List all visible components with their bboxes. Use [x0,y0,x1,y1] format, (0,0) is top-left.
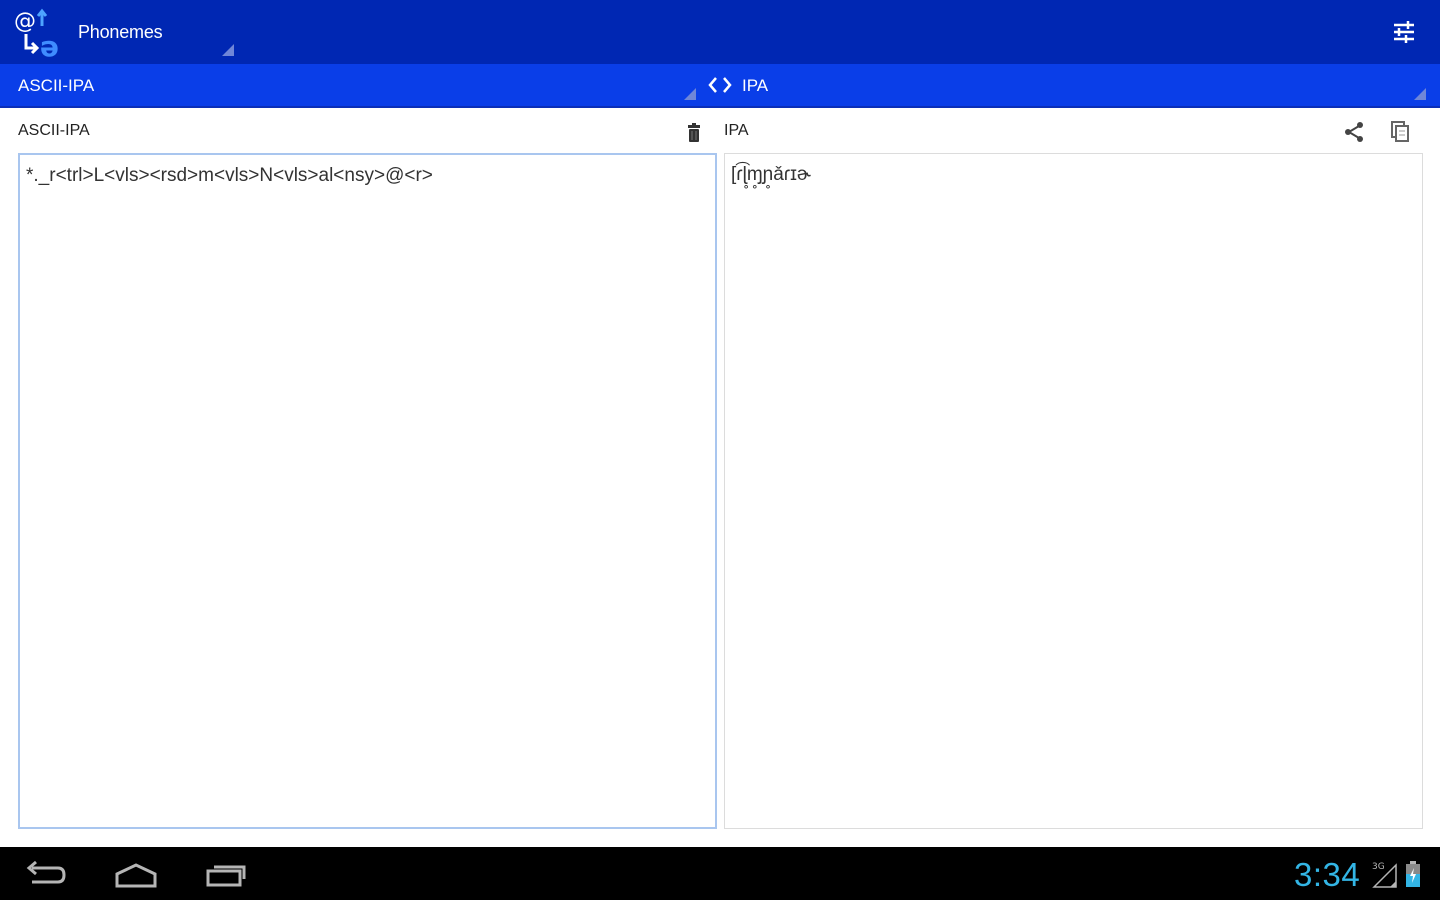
battery-icon [1404,859,1422,889]
output-panel-header: IPA [724,116,1424,148]
copy-icon [1391,121,1409,142]
ascii-ipa-input[interactable]: *._r<trl>L<vls><rsd>m<vls>N<vls>al<nsy>@… [18,153,717,829]
back-icon [26,860,66,884]
app-logo-icon[interactable]: @ ə [12,4,70,63]
spinner-indicator-icon [684,88,696,100]
status-clock: 3:34 [1294,856,1361,893]
output-panel-label: IPA [724,122,749,139]
trash-icon [688,123,700,142]
conversion-bar: ASCII-IPA IPA [0,64,1440,108]
swap-arrows-icon [708,77,732,93]
home-icon [115,863,157,888]
back-button[interactable] [18,855,74,893]
app-title: Phonemes [78,22,163,42]
input-text: *._r<trl>L<vls><rsd>m<vls>N<vls>al<nsy>@… [26,165,433,186]
from-format-label: ASCII-IPA [18,76,95,95]
mode-spinner[interactable]: Phonemes [72,0,238,64]
share-icon [1345,122,1363,142]
input-panel-header: ASCII-IPA [18,116,718,148]
clear-input-button[interactable] [680,118,708,146]
phonemes-app: @ ə Phonemes ASCII-IPA IPA ASCII-IPA IPA… [0,0,1440,900]
recent-apps-icon [206,865,246,887]
swap-button[interactable] [704,70,736,100]
recents-button[interactable] [198,855,254,893]
svg-text:@: @ [14,9,36,34]
home-button[interactable] [108,855,164,893]
spinner-indicator-icon [1414,88,1426,100]
network-type-label: 3G [1372,862,1385,872]
signal-icon: 3G [1368,859,1400,889]
system-bar: 3:34 3G [0,847,1440,900]
from-format-spinner[interactable]: ASCII-IPA [0,64,700,106]
ipa-output[interactable]: [ɾ͡ɭ̥ɱ̥ɲ̥ǎɾɪɚ [724,153,1423,829]
share-button[interactable] [1340,118,1368,146]
input-panel-label: ASCII-IPA [18,122,90,139]
sliders-icon [1394,21,1414,43]
settings-button[interactable] [1384,14,1424,50]
spinner-indicator-icon [222,44,234,56]
action-bar: @ ə Phonemes [0,0,1440,64]
output-text: [ɾ͡ɭ̥ɱ̥ɲ̥ǎɾɪɚ [731,164,811,185]
to-format-label: IPA [742,76,769,95]
to-format-spinner[interactable]: IPA [736,64,1426,106]
svg-text:ə: ə [40,30,59,60]
copy-button[interactable] [1386,118,1414,146]
